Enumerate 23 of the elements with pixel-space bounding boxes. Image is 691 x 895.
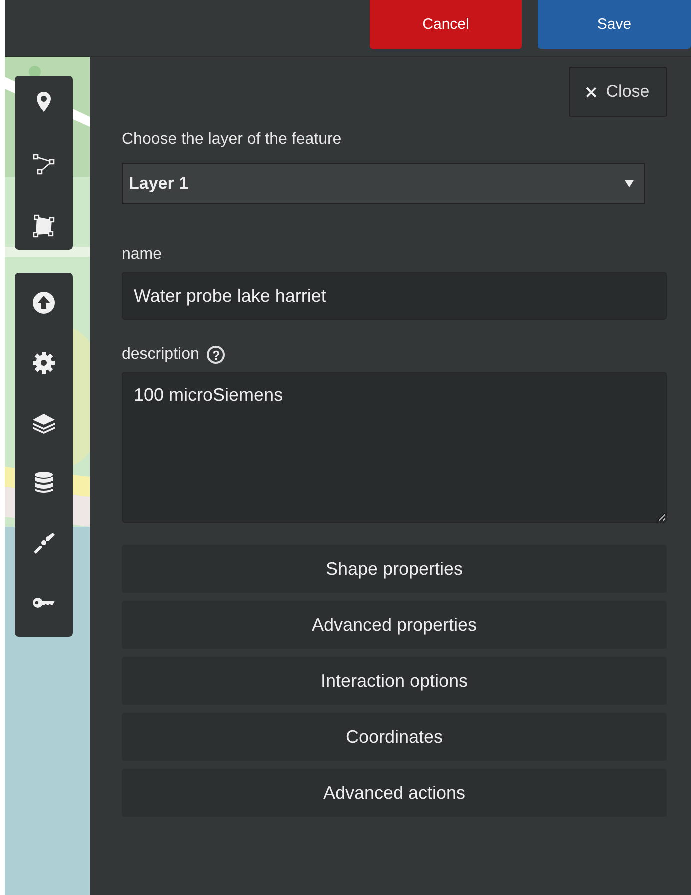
layer-label: Choose the layer of the feature bbox=[122, 131, 343, 149]
name-label: name bbox=[122, 246, 164, 264]
caret-icon bbox=[625, 180, 634, 188]
help-icon[interactable]: ? bbox=[207, 346, 226, 364]
settings-icon[interactable] bbox=[32, 351, 56, 375]
polygon-icon[interactable] bbox=[32, 214, 56, 238]
section-toggle[interactable]: Interaction options bbox=[122, 657, 667, 705]
section-toggle[interactable]: Coordinates bbox=[122, 713, 667, 761]
description-label: description bbox=[122, 346, 200, 364]
layers-icon[interactable] bbox=[32, 411, 56, 435]
save-button[interactable]: Save bbox=[538, 0, 691, 49]
layer-dropdown[interactable]: Layer 1 bbox=[122, 163, 645, 204]
upload-icon[interactable] bbox=[32, 291, 56, 315]
cancel-button[interactable]: Cancel bbox=[370, 0, 522, 49]
close-icon bbox=[586, 86, 598, 98]
polyline-icon[interactable] bbox=[32, 152, 56, 176]
section-toggle[interactable]: Advanced actions bbox=[122, 769, 667, 817]
close-button[interactable]: Close bbox=[569, 67, 667, 117]
database-icon[interactable] bbox=[32, 471, 56, 495]
description-field[interactable]: 100 microSiemens bbox=[122, 372, 667, 523]
name-field[interactable]: Water probe lake harriet bbox=[122, 272, 667, 320]
section-toggle[interactable]: Shape properties bbox=[122, 545, 667, 593]
section-toggle[interactable]: Advanced properties bbox=[122, 601, 667, 649]
